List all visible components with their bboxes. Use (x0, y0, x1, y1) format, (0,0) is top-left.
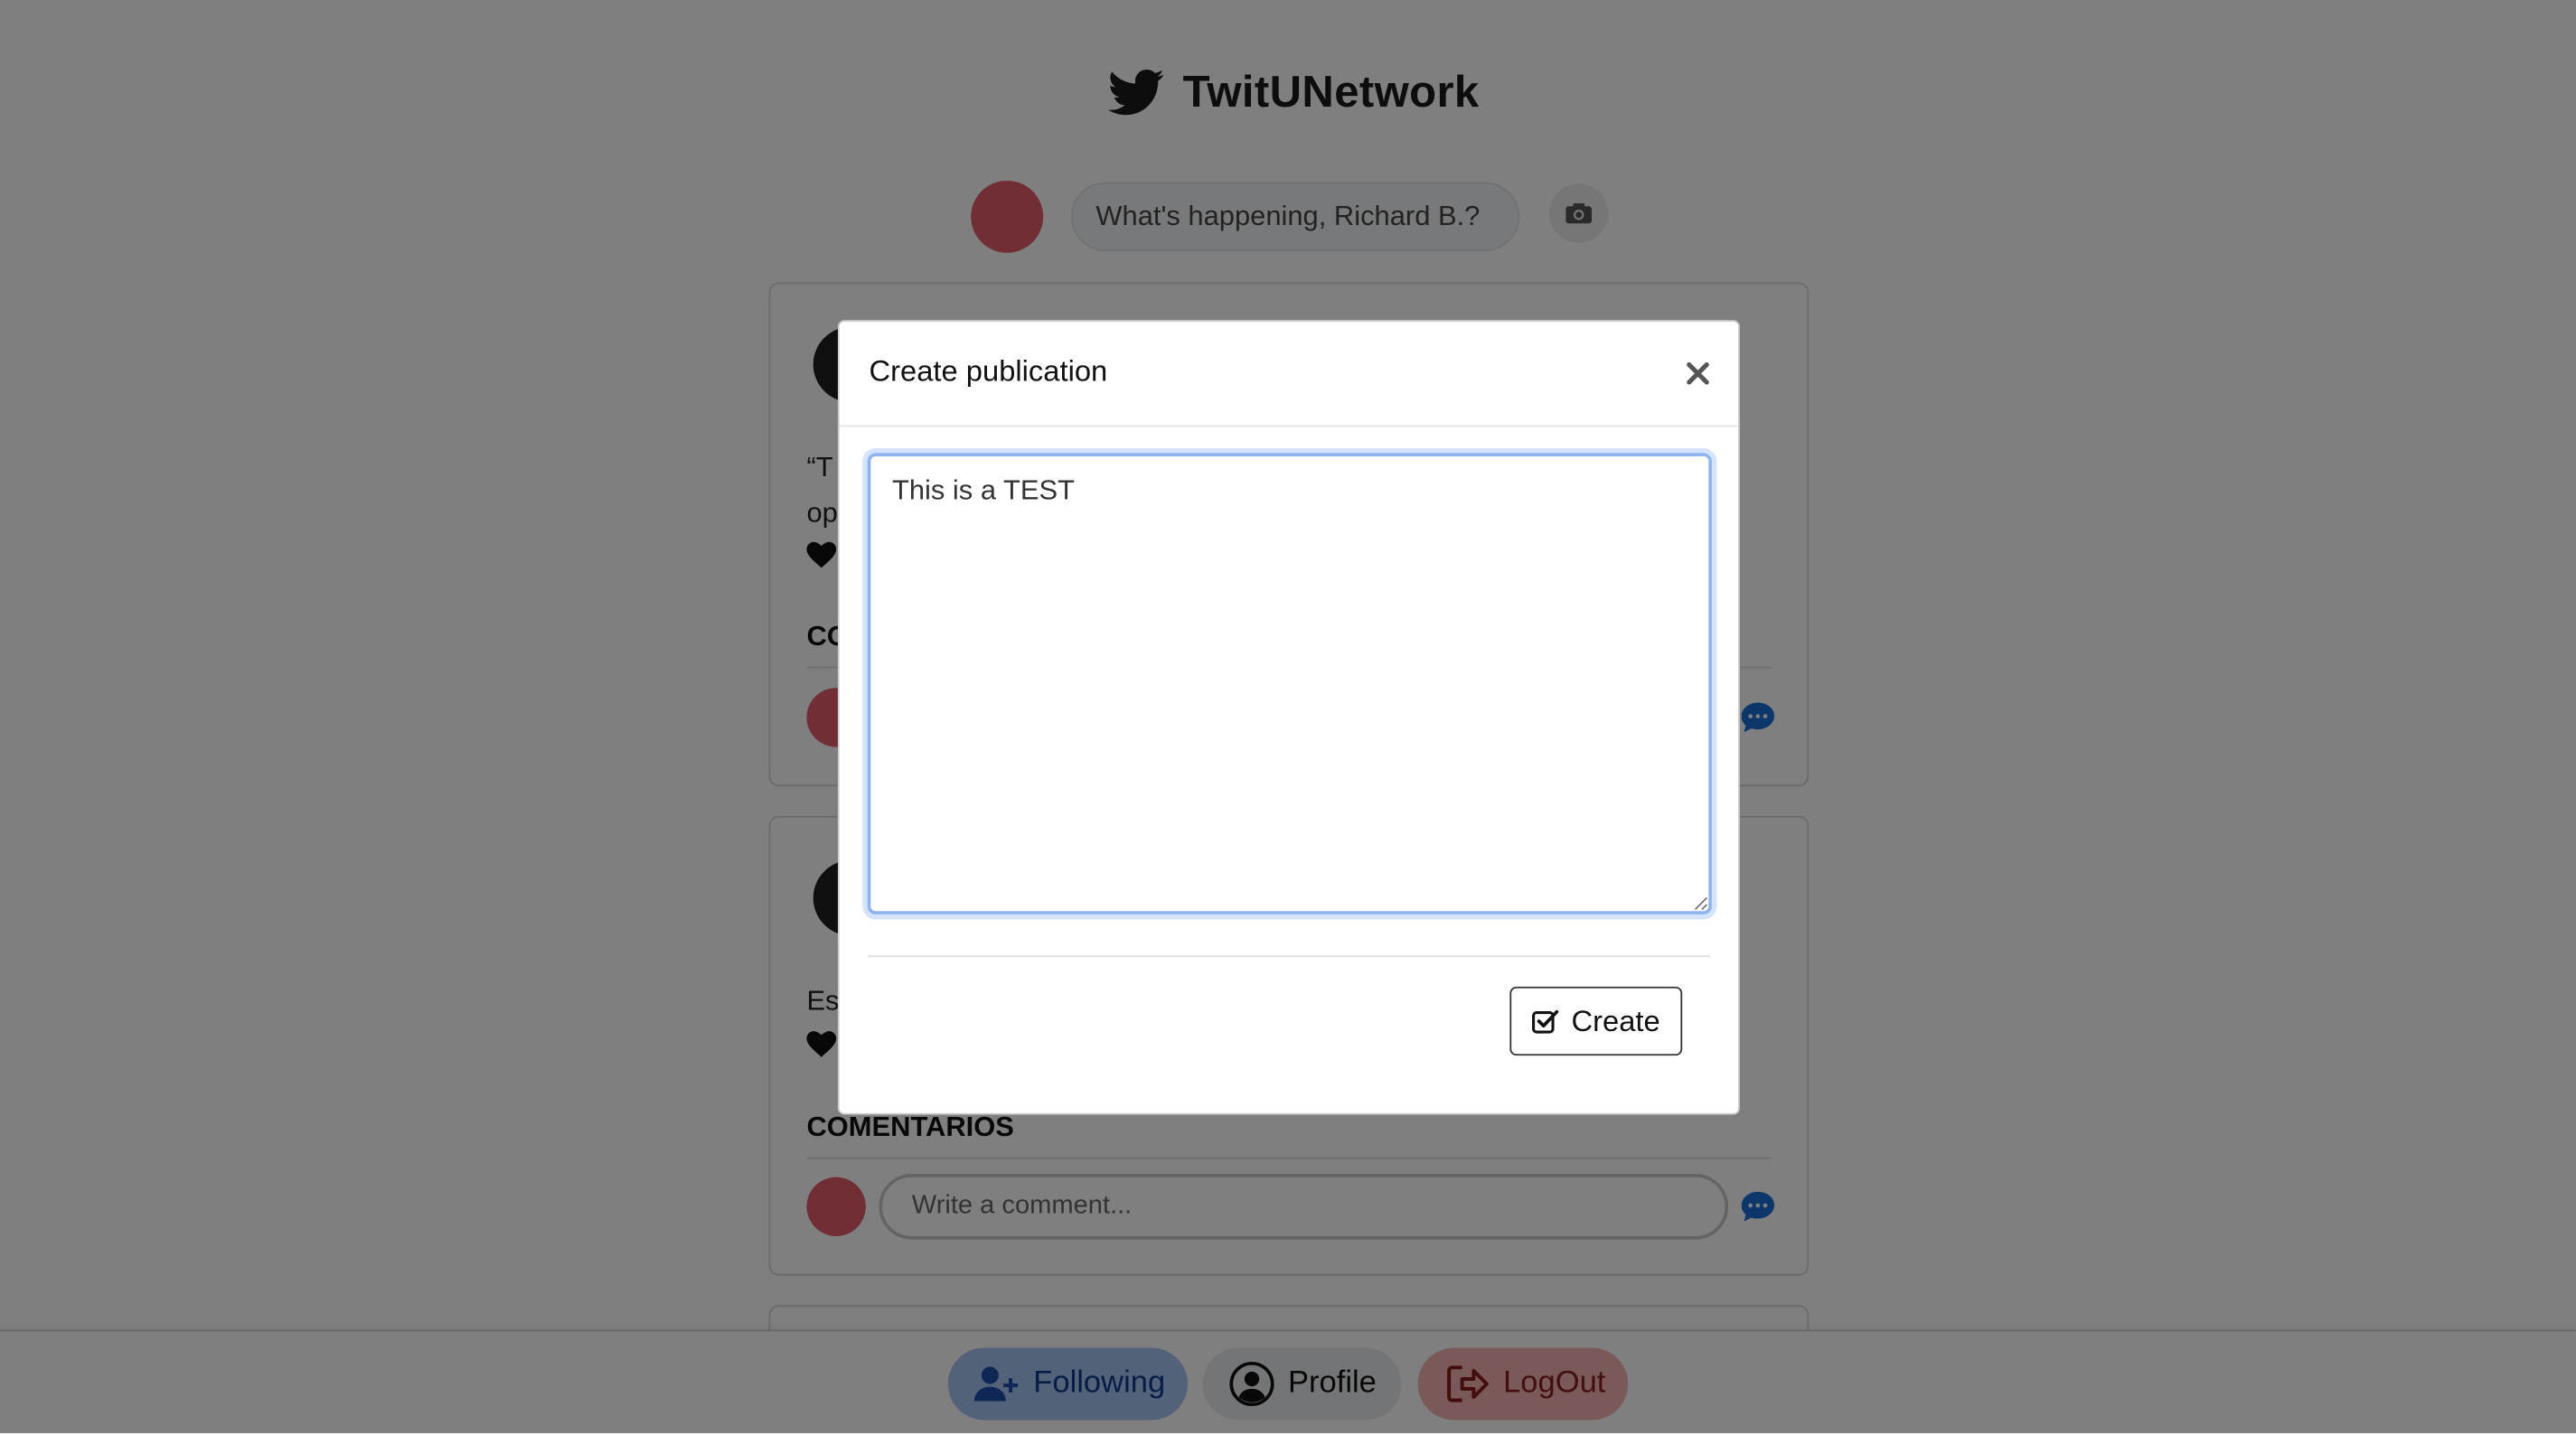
modal-header: Create publication (839, 322, 1739, 427)
publication-textarea[interactable]: This is a TEST (867, 453, 1712, 914)
create-label: Create (1571, 1003, 1660, 1037)
modal-divider (867, 955, 1711, 958)
create-publication-modal: Create publication This is a TEST Create (837, 320, 1740, 1115)
check-square-icon (1532, 1008, 1560, 1033)
close-icon (1686, 361, 1708, 384)
modal-title: Create publication (869, 354, 1108, 388)
app-root: TwitUNetwork What's happening, Richard B… (0, 0, 2576, 1435)
close-button[interactable] (1679, 354, 1716, 390)
create-button[interactable]: Create (1509, 986, 1683, 1056)
